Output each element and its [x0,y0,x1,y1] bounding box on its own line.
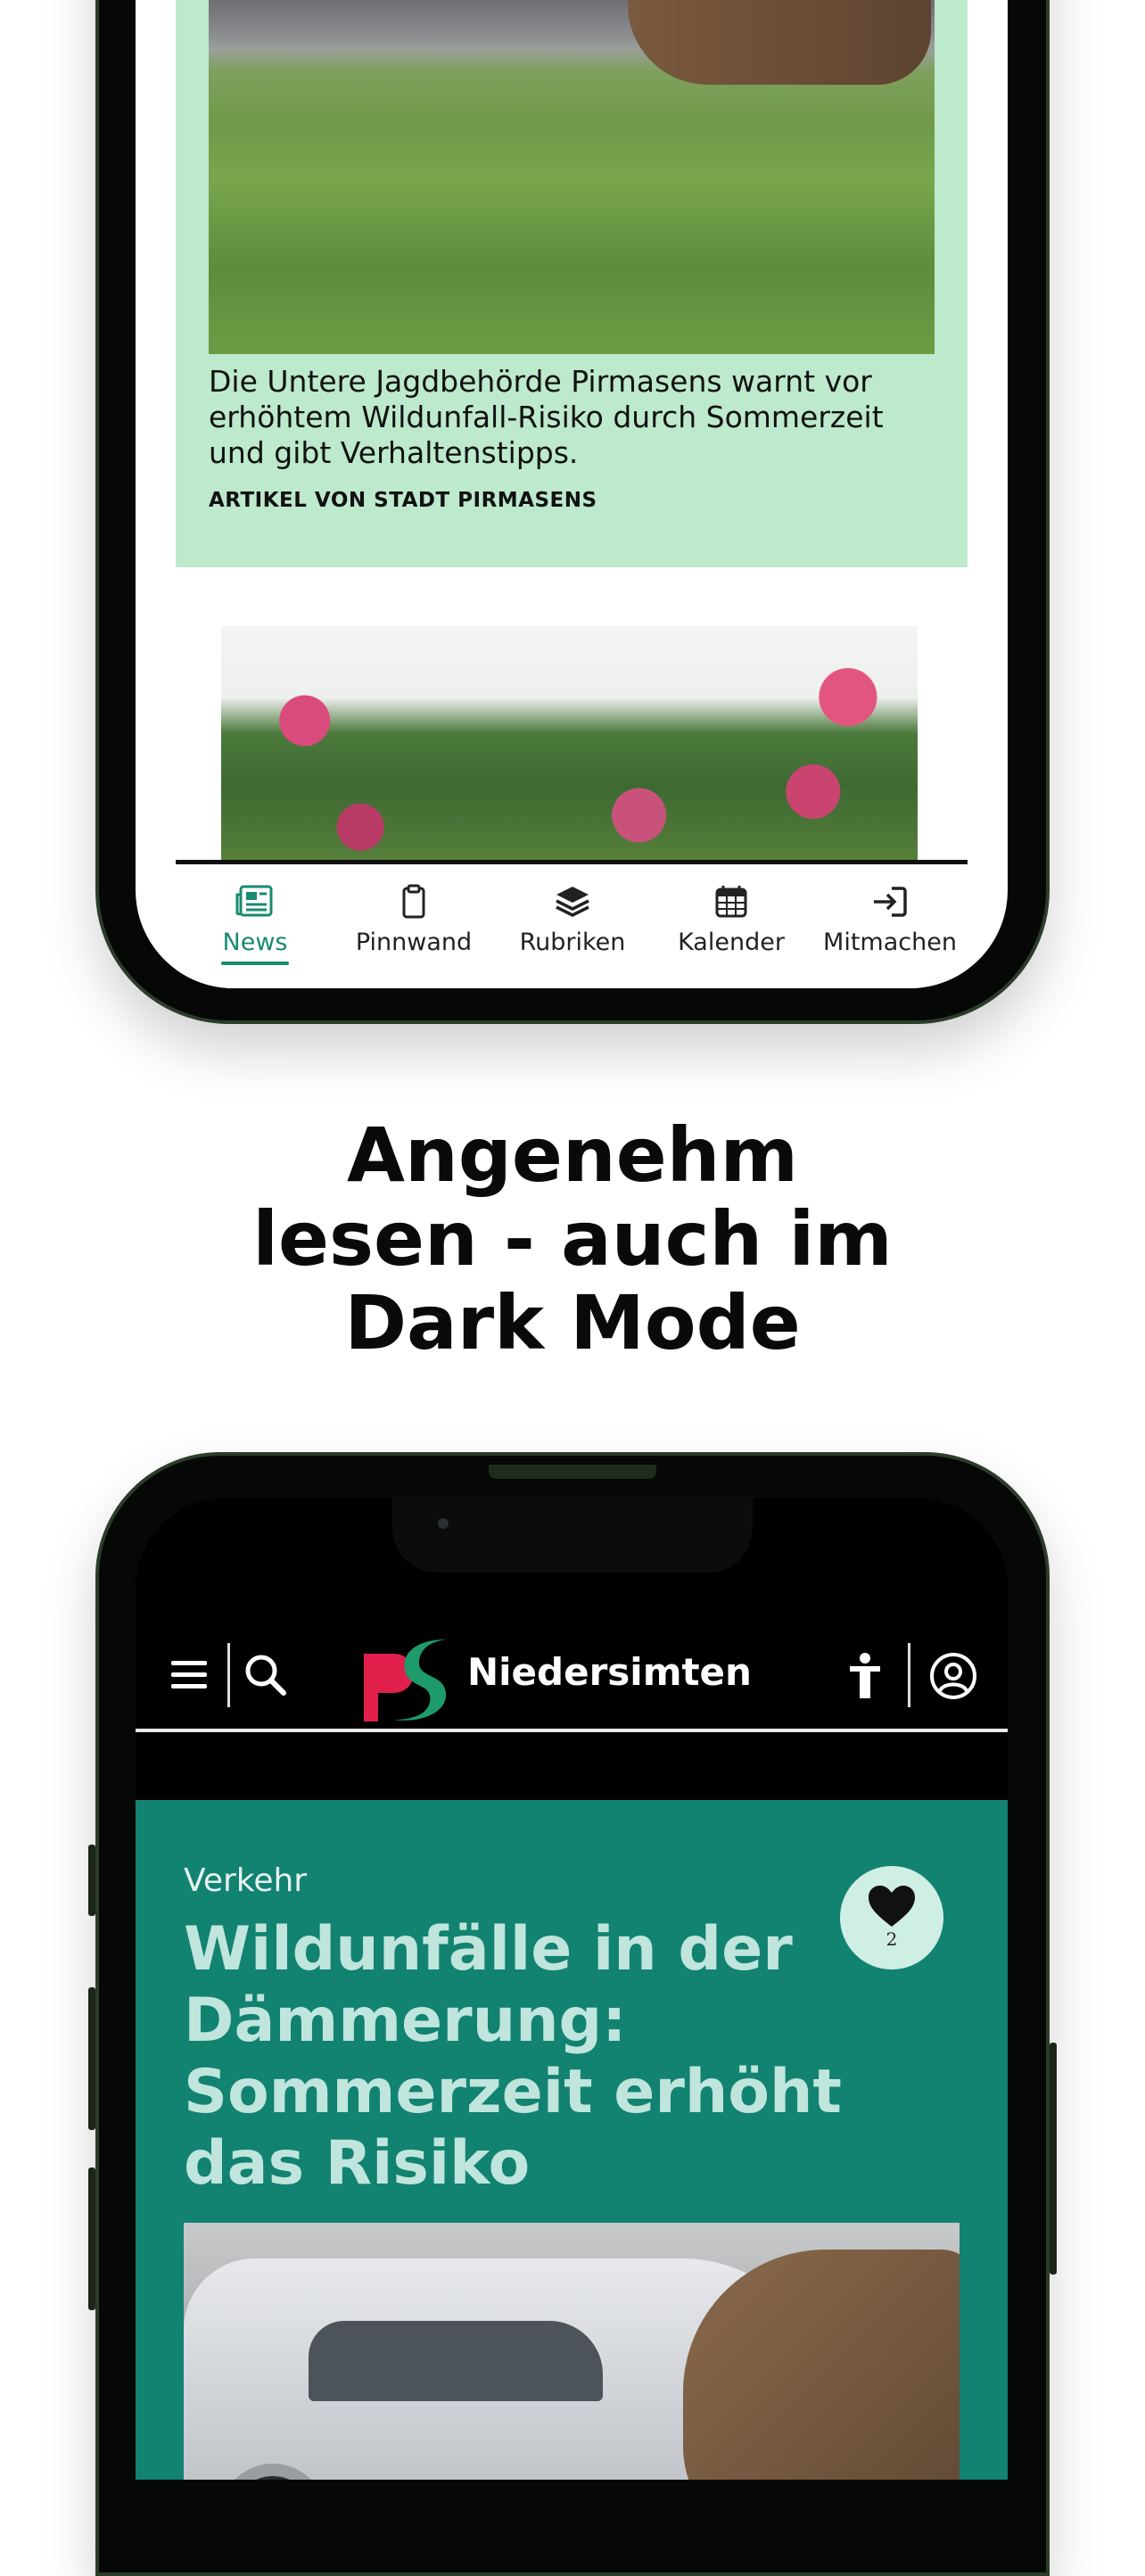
phone-button-volume-down [88,2167,95,2310]
nav-label-mitmachen: Mitmachen [823,929,957,956]
phone-notch [392,1497,753,1573]
nav-label-news: News [222,929,288,956]
deer-image-part [628,0,931,85]
like-count: 2 [886,1928,898,1950]
nav-label-rubriken: Rubriken [519,929,626,956]
article-image-roses[interactable] [221,626,918,863]
nav-label-pinnwand: Pinnwand [355,929,473,956]
app-header: Niedersimten [136,1606,1008,1732]
search-icon[interactable] [243,1652,289,1698]
article-source: ARTIKEL VON STADT PIRMASENS [209,489,597,512]
article-detail: Verkehr Wildunfälle in der Dämmerung: So… [136,1800,1008,2480]
phone-screen-bottom: Niedersimten Verkehr Wildunfälle in der … [136,1499,1008,2480]
nav-item-pinnwand[interactable]: Pinnwand [334,884,493,956]
newspaper-icon [235,885,273,917]
heart-icon [869,1886,915,1927]
brand-name: Niedersimten [467,1650,752,1694]
layers-icon [556,887,589,917]
headline-line: lesen - auch im [252,1195,893,1283]
bottom-navigation: News Pinnwand Rubriken Kalender Mitmache… [176,860,968,988]
nav-item-mitmachen[interactable]: Mitmachen [811,884,969,956]
like-button[interactable]: 2 [840,1866,943,1969]
nav-item-news[interactable]: News [176,884,334,965]
article-image [209,0,935,354]
account-icon[interactable] [929,1652,977,1700]
nav-label-kalender: Kalender [678,929,785,956]
marketing-headline: Angenehm lesen - auch im Dark Mode [178,1113,967,1365]
headline-line: Dark Mode [344,1279,801,1366]
article-category[interactable]: Verkehr [184,1862,307,1899]
article-card[interactable]: Die Untere Jagdbehörde Pirmasens warnt v… [176,0,968,567]
front-camera [438,1518,449,1529]
clipboard-icon [402,884,425,919]
article-image[interactable] [184,2223,960,2480]
car-wheel [219,2464,326,2480]
article-teaser: Die Untere Jagdbehörde Pirmasens warnt v… [209,364,884,470]
active-indicator [221,962,289,965]
accessibility-icon[interactable] [847,1652,883,1700]
login-icon [874,887,907,917]
car-window [309,2321,603,2401]
phone-speaker [489,1465,656,1479]
nav-item-kalender[interactable]: Kalender [652,884,811,956]
phone-screen-top: Die Untere Jagdbehörde Pirmasens warnt v… [136,0,1008,988]
phone-button-volume-up [88,1987,95,2130]
headline-line: Angenehm [346,1111,798,1199]
phone-button-power [1050,2043,1057,2275]
nav-item-rubriken[interactable]: Rubriken [493,884,652,956]
header-divider [227,1643,230,1707]
brand-logo-icon[interactable] [358,1634,457,1723]
phone-button-mute [88,1845,95,1916]
menu-icon[interactable] [169,1657,209,1693]
article-title: Wildunfälle in der Dämmerung: Sommerzeit… [184,1914,842,2199]
calendar-icon [715,886,747,918]
header-divider [908,1643,910,1707]
